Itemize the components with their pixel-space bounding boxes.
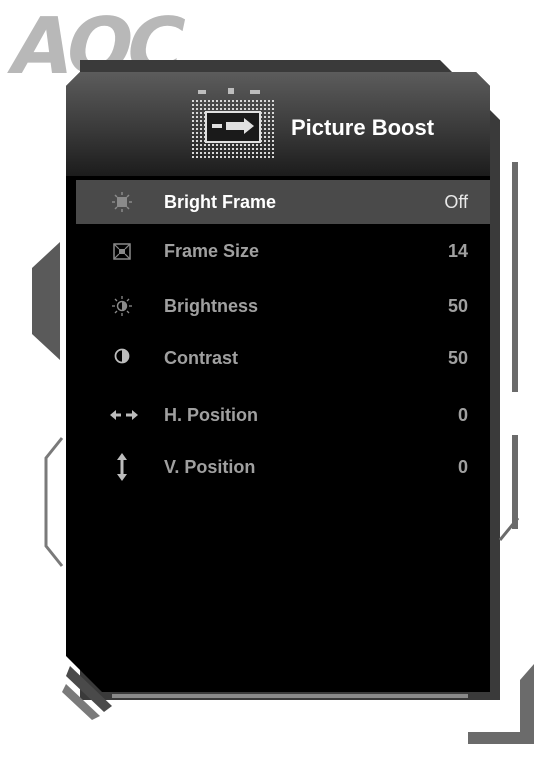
v-position-icon — [117, 453, 127, 481]
menu-item-label: Contrast — [164, 348, 239, 368]
menu-item-label: H. Position — [164, 405, 258, 425]
osd-menu-panel: Picture Boost Bright Frame Off Frame Siz… — [66, 72, 490, 692]
bright-frame-icon — [112, 192, 132, 212]
menu-item-label: Bright Frame — [164, 192, 277, 212]
menu-item-value: 50 — [447, 348, 468, 368]
brightness-icon — [112, 296, 132, 316]
menu-item-v-position[interactable]: V. Position 0 — [76, 445, 490, 489]
h-position-icon — [110, 410, 138, 420]
menu-item-bright-frame[interactable]: Bright Frame Off — [76, 180, 490, 224]
contrast-icon — [114, 348, 130, 364]
menu-item-h-position[interactable]: H. Position 0 — [76, 393, 490, 437]
menu-item-brightness[interactable]: Brightness 50 — [76, 284, 490, 328]
menu-item-value: 0 — [457, 457, 468, 477]
menu-item-label: Brightness — [164, 296, 259, 316]
menu-item-label: Frame Size — [164, 241, 260, 261]
picture-boost-icon — [192, 88, 274, 158]
menu-header: Picture Boost — [66, 72, 490, 176]
menu-item-value: 14 — [447, 241, 468, 261]
menu-item-contrast[interactable]: Contrast 50 — [76, 336, 490, 380]
menu-item-label: V. Position — [164, 457, 256, 477]
menu-title: Picture Boost — [291, 115, 435, 140]
menu-item-value: Off — [444, 192, 468, 212]
menu-item-value: 50 — [447, 296, 468, 316]
menu-item-frame-size[interactable]: Frame Size 14 — [76, 229, 490, 273]
frame-size-icon — [113, 243, 131, 260]
menu-item-value: 0 — [457, 405, 468, 425]
